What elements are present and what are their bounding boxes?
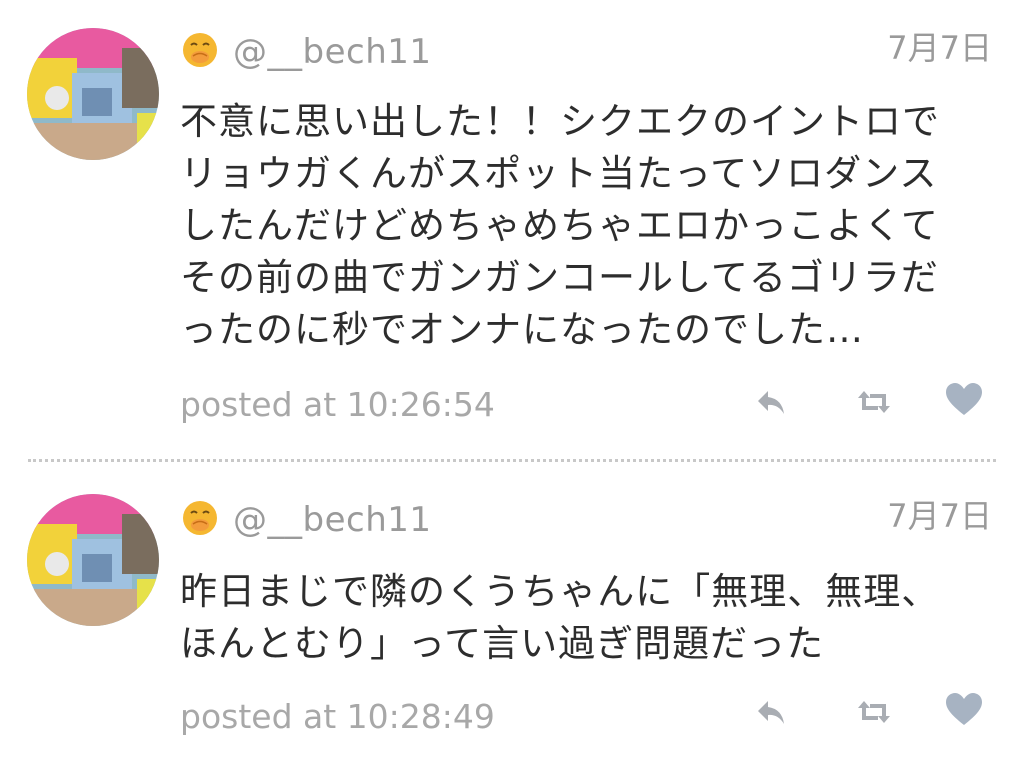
- hand-over-mouth-emoji-icon: [182, 32, 218, 68]
- tweet-text-line: ったのに秒でオンナになったのでした…: [180, 308, 864, 351]
- tweet-text-line: したんだけどめちゃめちゃエロかっこよくて: [180, 204, 939, 247]
- user-handle[interactable]: @__bech11: [233, 32, 432, 72]
- like-heart-icon[interactable]: [944, 380, 984, 420]
- tweet-text-line: リョウガくんがスポット当たってソロダンス: [180, 152, 938, 195]
- tweet-date[interactable]: 7月7日: [887, 28, 992, 68]
- reply-icon[interactable]: [752, 692, 792, 732]
- tweet-text-line: その前の曲でガンガンコールしてるゴリラだ: [180, 256, 939, 299]
- avatar[interactable]: [27, 28, 159, 160]
- tweet-divider: [28, 459, 996, 462]
- posted-timestamp: posted at 10:28:49: [180, 697, 495, 736]
- like-heart-icon[interactable]: [944, 690, 984, 730]
- tweet-text-line: ほんとむり」って言い過ぎ問題だった: [180, 622, 825, 665]
- reply-icon[interactable]: [752, 382, 792, 422]
- tweet-text: 昨日まじで隣のくうちゃんに「無理、無理、 ほんとむり」って言い過ぎ問題だった: [180, 566, 1000, 670]
- posted-timestamp: posted at 10:26:54: [180, 385, 495, 424]
- retweet-icon[interactable]: [854, 692, 894, 732]
- tweet-text: 不意に思い出した！！シクエクのイントロで リョウガくんがスポット当たってソロダン…: [180, 96, 1000, 356]
- tweet-text-line: 不意に思い出した！！シクエクのイントロで: [180, 100, 940, 143]
- retweet-icon[interactable]: [854, 382, 894, 422]
- user-handle[interactable]: @__bech11: [233, 500, 432, 540]
- avatar[interactable]: [27, 494, 159, 626]
- tweet-text-line: 昨日まじで隣のくうちゃんに「無理、無理、: [180, 570, 940, 613]
- tweet-date[interactable]: 7月7日: [887, 496, 992, 536]
- hand-over-mouth-emoji-icon: [182, 500, 218, 536]
